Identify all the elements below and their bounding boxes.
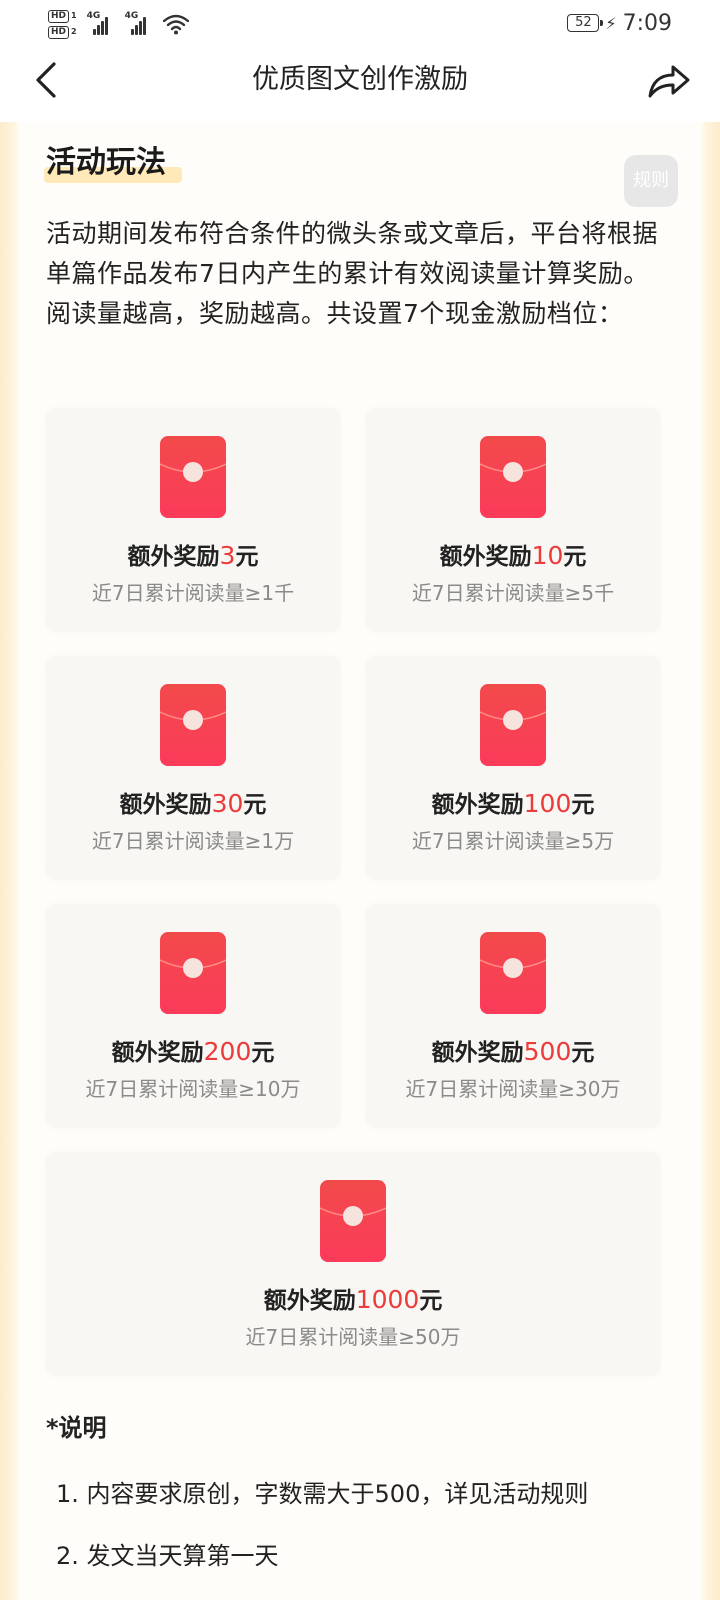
reward-condition: 近7日累计阅读量≥10万 [85,1077,301,1101]
reward-prefix: 额外奖励 [431,792,524,818]
reward-unit: 元 [235,544,259,570]
reward-label: 额外奖励1000元 [46,1284,660,1317]
hd-indicators: HD 1 HD 2 [48,9,77,39]
reward-prefix: 额外奖励 [127,544,220,570]
red-envelope-icon [480,436,546,518]
activity-description: 活动期间发布符合条件的微头条或文章后，平台将根据单篇作品发布7日内产生的累计有效… [46,219,659,328]
notes-title: *说明 [46,1414,107,1442]
reward-tile: 额外奖励1000元 近7日累计阅读量≥50万 [46,1152,660,1376]
hd-label: HD [48,9,70,23]
hd-num: 2 [71,27,77,36]
status-bar: HD 1 HD 2 4G 4G 52 ⚡ 7:09 [0,0,720,46]
wifi-icon [162,14,189,35]
reward-prefix: 额外奖励 [111,1040,204,1066]
battery-icon: 52 [567,14,604,32]
reward-prefix: 额外奖励 [119,792,212,818]
hd-num: 1 [71,11,77,20]
reward-unit: 元 [571,1040,595,1066]
status-left: HD 1 HD 2 4G 4G [48,6,189,42]
reward-condition: 近7日累计阅读量≥5千 [411,581,615,605]
red-envelope-icon [480,684,546,766]
reward-label: 额外奖励30元 [46,788,340,821]
signal-icon: 4G [86,11,115,35]
nav-bar: 优质图文创作激励 [0,46,720,122]
reward-unit: 元 [251,1040,275,1066]
net-label-1: 4G [86,11,101,21]
reward-label: 额外奖励500元 [366,1036,660,1069]
status-right: 52 ⚡ 7:09 [567,8,672,38]
reward-tile: 额外奖励10元 近7日累计阅读量≥5千 [366,408,660,632]
signal-icon: 4G [124,11,153,35]
reward-condition: 近7日累计阅读量≥50万 [245,1325,461,1349]
red-envelope-icon [160,932,226,1014]
net-label-2: 4G [124,11,139,21]
reward-tile: 额外奖励30元 近7日累计阅读量≥1万 [46,656,340,880]
reward-amount: 100 [523,789,572,818]
hd-badge-1: HD 1 [48,9,77,23]
reward-amount: 200 [203,1037,252,1066]
reward-prefix: 额外奖励 [263,1288,356,1314]
reward-amount: 30 [211,789,244,818]
note-item: 1. 内容要求原创，字数需大于500，详见活动规则 [56,1480,589,1508]
page-title: 优质图文创作激励 [252,64,468,95]
reward-amount: 10 [531,541,564,570]
red-envelope-icon [160,436,226,518]
reward-amount: 3 [219,541,236,570]
reward-unit: 元 [243,792,267,818]
reward-prefix: 额外奖励 [431,1040,524,1066]
section-title: 活动玩法 [46,145,166,180]
reward-tile: 额外奖励3元 近7日累计阅读量≥1千 [46,408,340,632]
reward-label: 额外奖励3元 [46,540,340,573]
note-item: 2. 发文当天算第一天 [56,1542,279,1570]
reward-condition: 近7日累计阅读量≥1千 [91,581,295,605]
reward-label: 额外奖励200元 [46,1036,340,1069]
red-envelope-icon [160,684,226,766]
reward-unit: 元 [563,544,587,570]
red-envelope-icon [320,1180,386,1262]
reward-prefix: 额外奖励 [439,544,532,570]
reward-label: 额外奖励100元 [366,788,660,821]
reward-unit: 元 [571,792,595,818]
reward-tile: 额外奖励500元 近7日累计阅读量≥30万 [366,904,660,1128]
red-envelope-icon [480,932,546,1014]
reward-condition: 近7日累计阅读量≥30万 [405,1077,621,1101]
reward-condition: 近7日累计阅读量≥1万 [91,829,295,853]
page: HD 1 HD 2 4G 4G 52 ⚡ 7:09 优质图文创作激励 活动玩法 … [0,0,720,1600]
reward-tile: 额外奖励200元 近7日累计阅读量≥10万 [46,904,340,1128]
reward-amount: 500 [523,1037,572,1066]
clock: 7:09 [622,10,672,36]
reward-condition: 近7日累计阅读量≥5万 [411,829,615,853]
reward-unit: 元 [419,1288,443,1314]
hd-badge-2: HD 2 [48,25,77,39]
share-icon[interactable] [646,58,692,102]
reward-label: 额外奖励10元 [366,540,660,573]
hd-label: HD [48,25,70,39]
charging-icon: ⚡ [605,13,617,33]
reward-amount: 1000 [355,1285,420,1314]
rules-button[interactable]: 规则 [624,155,678,207]
reward-tile: 额外奖励100元 近7日累计阅读量≥5万 [366,656,660,880]
